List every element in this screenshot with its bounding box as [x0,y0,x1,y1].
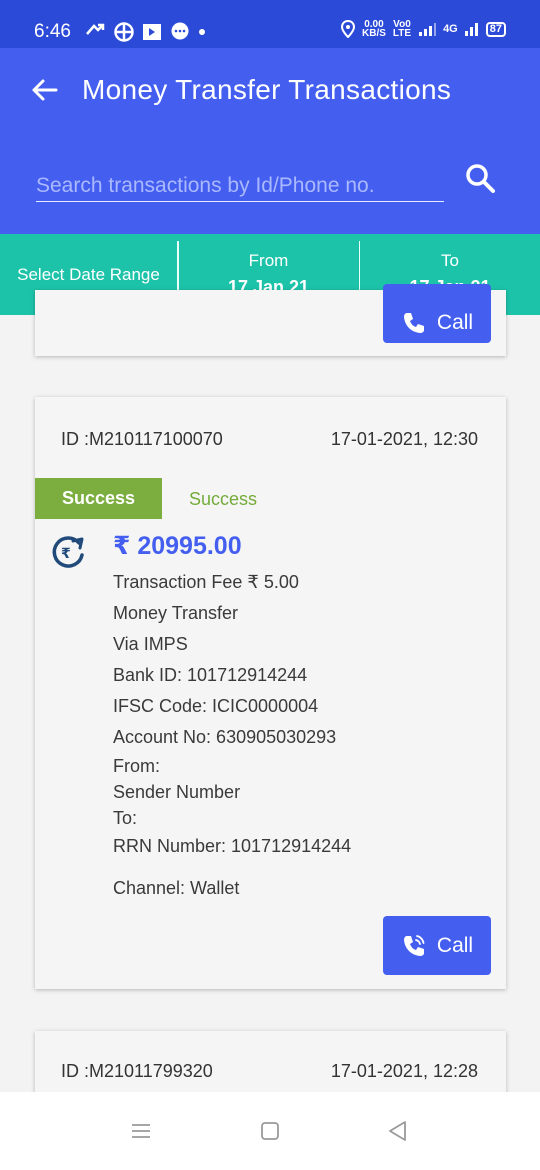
call-button[interactable]: Call [383,284,491,343]
search-area [0,132,540,234]
transaction-type: Money Transfer [113,603,239,623]
ifsc-code: IFSC Code: ICIC0000004 [113,696,319,716]
network-type: 4G [443,23,458,35]
rupee-transfer-icon: ₹ [52,536,84,568]
transaction-datetime: 17-01-2021, 12:28 [330,1061,478,1081]
phone-icon [403,312,424,333]
signal-icon [419,23,437,36]
transaction-details: ₹ 20995.00 Transaction Fee ₹ 5.00 Money … [113,531,351,904]
to-label: To [441,251,459,270]
system-nav-bar [0,1092,540,1170]
back-arrow-icon [32,79,58,101]
channel: Channel: Wallet [113,878,240,898]
volte-indicator: Vo0 LTE [392,19,412,39]
notification-icons [84,22,206,42]
transaction-amount: ₹ 20995.00 [113,532,242,560]
dot-icon [199,29,205,35]
status-time: 6:46 [34,21,71,42]
media-icon [143,24,161,40]
sync-icon [86,23,105,35]
from-label: From [248,251,289,270]
search-input[interactable] [36,170,444,202]
home-icon[interactable] [259,1120,281,1142]
transaction-header: ID :M21011799320 17-01-2021, 12:28 [61,1061,478,1082]
transaction-id: ID :M210117100070 [61,429,223,449]
back-button[interactable] [24,70,64,110]
app-icon [114,22,134,42]
transaction-fee: Transaction Fee ₹ 5.00 [113,572,299,592]
to-label: To: [113,808,138,828]
battery-icon: 87 [485,21,506,37]
transaction-via: Via IMPS [113,634,188,654]
transaction-id: ID :M21011799320 [61,1061,213,1081]
svg-text:₹: ₹ [61,546,71,562]
status-bar: 6:46 0.00 KB/S Vo0 LTE 4G 87 [0,0,540,48]
call-label: Call [436,310,474,334]
message-icon [171,22,189,40]
transaction-card: Call [35,284,506,356]
sender-number: Sender Number [113,782,241,802]
bank-id: Bank ID: 101712914244 [113,665,308,685]
call-button[interactable]: Call [383,916,491,975]
rrn-number: RRN Number: 101712914244 [113,836,352,856]
transaction-card: ID :M210117100070 17-01-2021, 12:30 Succ… [35,397,506,989]
status-badge: Success [35,478,162,519]
call-label: Call [436,933,474,957]
back-nav-icon[interactable] [386,1120,408,1142]
search-button[interactable] [462,160,498,196]
app-bar: Money Transfer Transactions [0,48,540,132]
status-text: Success [189,489,258,509]
search-icon [466,164,495,193]
recents-menu-icon[interactable] [130,1120,152,1142]
account-number: Account No: 630905030293 [113,727,337,747]
location-icon [341,20,355,38]
transaction-datetime: 17-01-2021, 12:30 [330,429,478,449]
status-right: 0.00 KB/S Vo0 LTE 4G 87 [341,19,506,39]
from-label: From: [113,756,160,776]
transaction-header: ID :M210117100070 17-01-2021, 12:30 [61,429,478,450]
signal-icon-2 [464,23,478,36]
net-speed: 0.00 KB/S [362,19,386,39]
page-title: Money Transfer Transactions [82,74,452,105]
phone-icon [403,934,425,956]
